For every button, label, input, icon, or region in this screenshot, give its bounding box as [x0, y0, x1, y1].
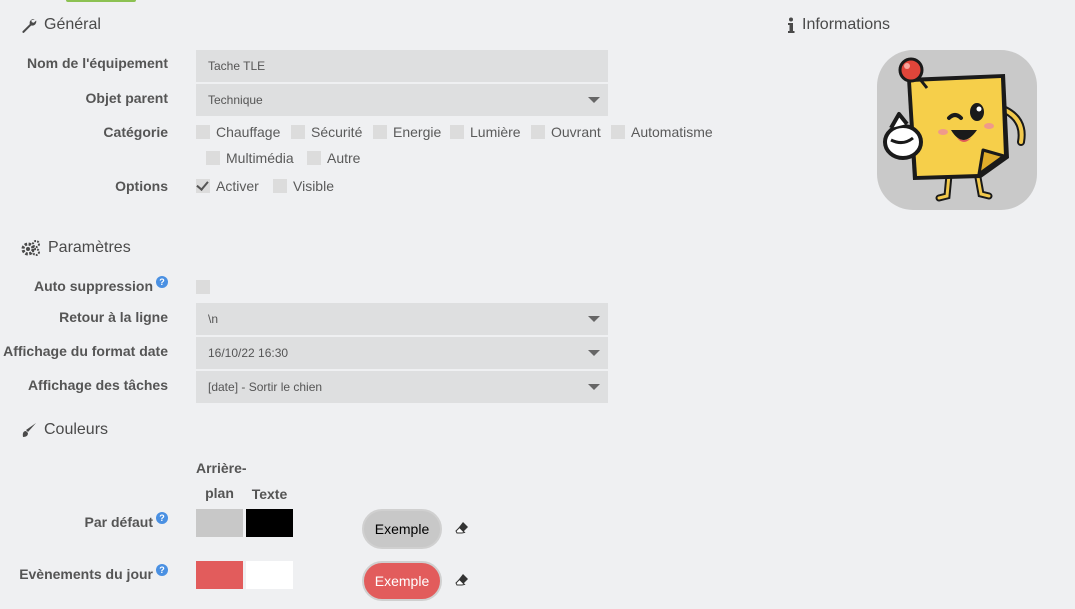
checkbox[interactable]: [273, 179, 287, 193]
checkbox[interactable]: [450, 125, 464, 139]
checkbox[interactable]: [206, 151, 220, 165]
category-chauffage[interactable]: Chauffage: [196, 124, 280, 140]
checkbox[interactable]: [611, 125, 625, 139]
today-text-color-swatch[interactable]: [246, 561, 293, 589]
help-icon[interactable]: ?: [156, 512, 168, 524]
section-parameters-title: Paramètres: [21, 239, 131, 257]
tasks-display-value: [date] - Sortir le chien: [208, 380, 323, 394]
category-energie-label: Energie: [393, 124, 442, 140]
chevron-down-icon: [588, 384, 600, 390]
plugin-logo: [877, 50, 1037, 210]
option-visible[interactable]: Visible: [273, 178, 334, 194]
checkbox[interactable]: [196, 125, 210, 139]
section-informations-label: Informations: [802, 16, 891, 33]
col-background-header: Arrière- plan: [196, 460, 247, 501]
section-general-label: Général: [44, 16, 101, 33]
tasks-display-label: Affichage des tâches: [27, 377, 168, 393]
auto-delete-label: Auto suppression?: [33, 276, 168, 294]
category-chauffage-label: Chauffage: [216, 124, 281, 140]
date-format-label: Affichage du format date: [3, 343, 168, 359]
default-colors-text: Par défaut: [84, 514, 153, 530]
category-multimedia-label: Multimédia: [226, 150, 294, 166]
date-format-select[interactable]: 16/10/22 16:30: [196, 337, 608, 369]
default-colors-label: Par défaut?: [84, 512, 168, 530]
option-enable-label: Activer: [216, 178, 259, 194]
chevron-down-icon: [588, 316, 600, 322]
auto-delete-checkbox[interactable]: [196, 280, 210, 294]
today-colors-label: Evènements du jour?: [19, 564, 168, 582]
chevron-down-icon: [588, 350, 600, 356]
help-icon[interactable]: ?: [156, 564, 168, 576]
category-label: Catégorie: [103, 124, 168, 140]
today-example-preview: Exemple: [362, 561, 442, 601]
category-ouvrant[interactable]: Ouvrant: [531, 124, 601, 140]
category-ouvrant-label: Ouvrant: [551, 124, 601, 140]
line-break-label: Retour à la ligne: [59, 309, 168, 325]
active-tab-indicator: [66, 0, 136, 2]
section-informations-title: Informations: [787, 16, 890, 34]
section-colors-label: Couleurs: [44, 421, 109, 438]
line-break-select[interactable]: \n: [196, 303, 608, 335]
eraser-icon[interactable]: [455, 521, 469, 535]
default-example-preview: Exemple: [362, 509, 442, 549]
section-general-title: Général: [21, 16, 101, 34]
equipment-name-label: Nom de l'équipement: [26, 55, 168, 71]
col-background-line1: Arrière-: [196, 460, 247, 476]
help-icon[interactable]: ?: [156, 276, 168, 288]
wrench-icon: [22, 19, 37, 33]
section-colors-title: Couleurs: [21, 421, 108, 439]
option-enable[interactable]: Activer: [196, 178, 259, 194]
sticky-note-mascot-icon: [883, 57, 1026, 202]
auto-delete-text: Auto suppression: [33, 278, 153, 294]
date-format-value: 16/10/22 16:30: [208, 346, 289, 360]
category-energie[interactable]: Energie: [373, 124, 441, 140]
default-background-color-swatch[interactable]: [196, 509, 243, 537]
category-autre-label: Autre: [327, 150, 361, 166]
paintbrush-icon: [22, 423, 36, 437]
info-icon: [788, 17, 795, 33]
checkbox[interactable]: [307, 151, 321, 165]
checkbox-checked[interactable]: [196, 179, 210, 193]
today-colors-text: Evènements du jour: [19, 566, 153, 582]
gears-icon: [21, 240, 40, 256]
category-securite-label: Sécurité: [311, 124, 363, 140]
category-autre[interactable]: Autre: [307, 150, 360, 166]
today-background-color-swatch[interactable]: [196, 561, 243, 589]
category-automatisme[interactable]: Automatisme: [611, 124, 713, 140]
chevron-down-icon: [588, 97, 600, 103]
col-text-header: Texte: [251, 486, 288, 502]
options-label: Options: [115, 178, 168, 194]
parent-object-value: Technique: [208, 93, 263, 107]
line-break-value: \n: [208, 312, 219, 326]
col-background-line2: plan: [205, 485, 234, 501]
parent-object-select[interactable]: Technique: [196, 84, 608, 116]
eraser-icon[interactable]: [455, 573, 469, 587]
category-automatisme-label: Automatisme: [631, 124, 713, 140]
equipment-name-input[interactable]: Tache TLE: [196, 50, 608, 82]
option-visible-label: Visible: [293, 178, 334, 194]
category-lumiere[interactable]: Lumière: [450, 124, 521, 140]
checkbox[interactable]: [373, 125, 387, 139]
category-multimedia[interactable]: Multimédia: [206, 150, 294, 166]
category-securite[interactable]: Sécurité: [291, 124, 362, 140]
tasks-display-select[interactable]: [date] - Sortir le chien: [196, 371, 608, 403]
default-text-color-swatch[interactable]: [246, 509, 293, 537]
category-lumiere-label: Lumière: [470, 124, 521, 140]
section-parameters-label: Paramètres: [48, 239, 131, 256]
checkbox[interactable]: [291, 125, 305, 139]
checkbox[interactable]: [531, 125, 545, 139]
parent-object-label: Objet parent: [85, 90, 168, 106]
